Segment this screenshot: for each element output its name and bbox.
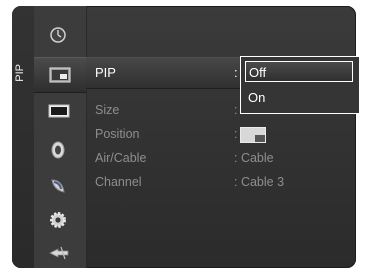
dropdown-option-on[interactable]: On — [245, 87, 353, 108]
menu-item-channel[interactable]: Channel : Cable 3 — [86, 168, 356, 198]
channel-label: Channel — [95, 175, 142, 189]
pip-value-separator: : — [234, 65, 238, 80]
menu-category-tab[interactable]: PIP — [12, 6, 35, 268]
sidebar-icon-column — [34, 6, 87, 268]
clock-icon[interactable] — [48, 25, 70, 45]
sound-icon[interactable] — [48, 139, 70, 159]
pip-label: PIP — [95, 65, 116, 80]
picture-icon[interactable] — [48, 102, 70, 122]
satellite-icon[interactable] — [48, 176, 70, 196]
setup-gear-icon[interactable] — [48, 210, 70, 230]
dropdown-option-off[interactable]: Off — [245, 61, 353, 82]
input-icon[interactable] — [48, 244, 70, 264]
size-value-separator: : — [234, 103, 238, 117]
pip-position-icon — [240, 127, 266, 143]
air-cable-label: Air/Cable — [95, 151, 147, 165]
position-value-separator: : — [234, 127, 238, 141]
osd-menu-panel: PIP PIP: Size: Position: Air/Cable: … — [12, 6, 356, 268]
position-label: Position — [95, 127, 140, 141]
size-label: Size — [95, 103, 120, 117]
pip-options-dropdown[interactable]: Off On — [240, 56, 360, 114]
channel-value: : Cable 3 — [234, 175, 285, 189]
menu-category-label: PIP — [14, 64, 26, 82]
air-cable-value: : Cable — [234, 151, 274, 165]
pip-icon[interactable] — [34, 57, 86, 93]
